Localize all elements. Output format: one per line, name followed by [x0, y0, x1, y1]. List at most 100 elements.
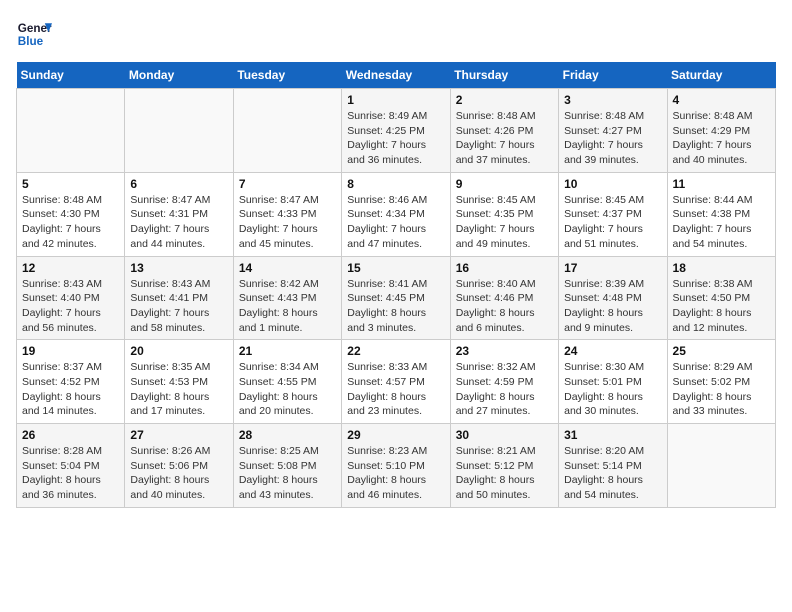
day-number: 11: [673, 177, 770, 191]
calendar-cell: 5Sunrise: 8:48 AMSunset: 4:30 PMDaylight…: [17, 172, 125, 256]
svg-text:Blue: Blue: [18, 35, 44, 48]
day-number: 10: [564, 177, 661, 191]
day-number: 9: [456, 177, 553, 191]
calendar-cell: 18 Sunrise: 8:38 AMSunset: 4:50 PMDayligh…: [667, 256, 775, 340]
calendar-cell: 6 Sunrise: 8:47 AMSunset: 4:31 PMDaylight…: [125, 172, 233, 256]
day-number: 19: [22, 344, 119, 358]
day-info: Sunrise: 8:46 AMSunset: 4:34 PMDaylight:…: [347, 193, 444, 252]
day-number: 8: [347, 177, 444, 191]
day-number: 15: [347, 261, 444, 275]
page-header: General Blue: [16, 16, 776, 52]
calendar-cell: 30Sunrise: 8:21 AMSunset: 5:12 PMDayligh…: [450, 424, 558, 508]
calendar-cell: 8 Sunrise: 8:46 AMSunset: 4:34 PMDaylight…: [342, 172, 450, 256]
day-info: Sunrise: 8:34 AMSunset: 4:55 PMDaylight:…: [239, 360, 336, 419]
calendar-cell: 7 Sunrise: 8:47 AMSunset: 4:33 PMDaylight…: [233, 172, 341, 256]
day-number: 28: [239, 428, 336, 442]
day-number: 14: [239, 261, 336, 275]
calendar-cell: 14 Sunrise: 8:42 AMSunset: 4:43 PMDayligh…: [233, 256, 341, 340]
day-info: Sunrise: 8:47 AMSunset: 4:31 PMDaylight:…: [130, 193, 227, 252]
day-number: 20: [130, 344, 227, 358]
day-info: Sunrise: 8:42 AMSunset: 4:43 PMDaylight:…: [239, 277, 336, 336]
header-thursday: Thursday: [450, 62, 558, 89]
calendar-header-row: SundayMondayTuesdayWednesdayThursdayFrid…: [17, 62, 776, 89]
calendar-cell: 11 Sunrise: 8:44 AMSunset: 4:38 PMDayligh…: [667, 172, 775, 256]
calendar-cell: 9 Sunrise: 8:45 AMSunset: 4:35 PMDaylight…: [450, 172, 558, 256]
day-info: Sunrise: 8:37 AMSunset: 4:52 PMDaylight:…: [22, 360, 119, 419]
day-info: Sunrise: 8:40 AMSunset: 4:46 PMDaylight:…: [456, 277, 553, 336]
calendar-cell: 13Sunrise: 8:43 AMSunset: 4:41 PMDayligh…: [125, 256, 233, 340]
day-number: 7: [239, 177, 336, 191]
calendar-cell: 28 Sunrise: 8:25 AMSunset: 5:08 PMDayligh…: [233, 424, 341, 508]
calendar-cell: [125, 89, 233, 173]
day-number: 30: [456, 428, 553, 442]
header-tuesday: Tuesday: [233, 62, 341, 89]
day-info: Sunrise: 8:48 AMSunset: 4:26 PMDaylight:…: [456, 109, 553, 168]
day-info: Sunrise: 8:41 AMSunset: 4:45 PMDaylight:…: [347, 277, 444, 336]
day-info: Sunrise: 8:23 AMSunset: 5:10 PMDaylight:…: [347, 444, 444, 503]
day-number: 2: [456, 93, 553, 107]
calendar-cell: 2 Sunrise: 8:48 AMSunset: 4:26 PMDaylight…: [450, 89, 558, 173]
day-info: Sunrise: 8:38 AMSunset: 4:50 PMDaylight:…: [673, 277, 770, 336]
day-number: 18: [673, 261, 770, 275]
calendar-cell: 20 Sunrise: 8:35 AMSunset: 4:53 PMDayligh…: [125, 340, 233, 424]
day-info: Sunrise: 8:32 AMSunset: 4:59 PMDaylight:…: [456, 360, 553, 419]
day-number: 27: [130, 428, 227, 442]
header-wednesday: Wednesday: [342, 62, 450, 89]
calendar-week-row: 1Sunrise: 8:49 AMSunset: 4:25 PMDaylight…: [17, 89, 776, 173]
day-info: Sunrise: 8:47 AMSunset: 4:33 PMDaylight:…: [239, 193, 336, 252]
calendar-cell: 21 Sunrise: 8:34 AMSunset: 4:55 PMDayligh…: [233, 340, 341, 424]
calendar-cell: 15 Sunrise: 8:41 AMSunset: 4:45 PMDayligh…: [342, 256, 450, 340]
day-info: Sunrise: 8:45 AMSunset: 4:37 PMDaylight:…: [564, 193, 661, 252]
header-saturday: Saturday: [667, 62, 775, 89]
day-number: 3: [564, 93, 661, 107]
calendar-cell: [17, 89, 125, 173]
day-number: 6: [130, 177, 227, 191]
day-info: Sunrise: 8:39 AMSunset: 4:48 PMDaylight:…: [564, 277, 661, 336]
day-number: 25: [673, 344, 770, 358]
day-info: Sunrise: 8:28 AMSunset: 5:04 PMDaylight:…: [22, 444, 119, 503]
calendar-cell: 17 Sunrise: 8:39 AMSunset: 4:48 PMDayligh…: [559, 256, 667, 340]
day-number: 22: [347, 344, 444, 358]
day-number: 16: [456, 261, 553, 275]
day-info: Sunrise: 8:35 AMSunset: 4:53 PMDaylight:…: [130, 360, 227, 419]
logo: General Blue: [16, 16, 52, 52]
day-info: Sunrise: 8:43 AMSunset: 4:40 PMDaylight:…: [22, 277, 119, 336]
day-info: Sunrise: 8:45 AMSunset: 4:35 PMDaylight:…: [456, 193, 553, 252]
calendar-cell: [667, 424, 775, 508]
calendar-cell: 19 Sunrise: 8:37 AMSunset: 4:52 PMDayligh…: [17, 340, 125, 424]
day-number: 26: [22, 428, 119, 442]
calendar-cell: 22 Sunrise: 8:33 AMSunset: 4:57 PMDayligh…: [342, 340, 450, 424]
calendar-week-row: 12Sunrise: 8:43 AMSunset: 4:40 PMDayligh…: [17, 256, 776, 340]
calendar-cell: 12Sunrise: 8:43 AMSunset: 4:40 PMDayligh…: [17, 256, 125, 340]
day-info: Sunrise: 8:29 AMSunset: 5:02 PMDaylight:…: [673, 360, 770, 419]
calendar-week-row: 26 Sunrise: 8:28 AMSunset: 5:04 PMDayligh…: [17, 424, 776, 508]
header-monday: Monday: [125, 62, 233, 89]
day-info: Sunrise: 8:44 AMSunset: 4:38 PMDaylight:…: [673, 193, 770, 252]
calendar-cell: 10 Sunrise: 8:45 AMSunset: 4:37 PMDayligh…: [559, 172, 667, 256]
day-number: 21: [239, 344, 336, 358]
day-info: Sunrise: 8:20 AMSunset: 5:14 PMDaylight:…: [564, 444, 661, 503]
calendar-cell: 26 Sunrise: 8:28 AMSunset: 5:04 PMDayligh…: [17, 424, 125, 508]
calendar-cell: 25 Sunrise: 8:29 AMSunset: 5:02 PMDayligh…: [667, 340, 775, 424]
day-info: Sunrise: 8:48 AMSunset: 4:30 PMDaylight:…: [22, 193, 119, 252]
day-number: 17: [564, 261, 661, 275]
logo-icon: General Blue: [16, 16, 52, 52]
day-info: Sunrise: 8:43 AMSunset: 4:41 PMDaylight:…: [130, 277, 227, 336]
calendar-cell: 27Sunrise: 8:26 AMSunset: 5:06 PMDayligh…: [125, 424, 233, 508]
day-number: 29: [347, 428, 444, 442]
calendar-cell: 24 Sunrise: 8:30 AMSunset: 5:01 PMDayligh…: [559, 340, 667, 424]
day-info: Sunrise: 8:48 AMSunset: 4:27 PMDaylight:…: [564, 109, 661, 168]
calendar-week-row: 19 Sunrise: 8:37 AMSunset: 4:52 PMDayligh…: [17, 340, 776, 424]
calendar-cell: 23 Sunrise: 8:32 AMSunset: 4:59 PMDayligh…: [450, 340, 558, 424]
calendar-cell: 4 Sunrise: 8:48 AMSunset: 4:29 PMDaylight…: [667, 89, 775, 173]
day-info: Sunrise: 8:48 AMSunset: 4:29 PMDaylight:…: [673, 109, 770, 168]
calendar-cell: 29 Sunrise: 8:23 AMSunset: 5:10 PMDayligh…: [342, 424, 450, 508]
day-info: Sunrise: 8:30 AMSunset: 5:01 PMDaylight:…: [564, 360, 661, 419]
day-info: Sunrise: 8:25 AMSunset: 5:08 PMDaylight:…: [239, 444, 336, 503]
day-number: 4: [673, 93, 770, 107]
calendar-table: SundayMondayTuesdayWednesdayThursdayFrid…: [16, 62, 776, 508]
day-number: 24: [564, 344, 661, 358]
day-number: 23: [456, 344, 553, 358]
day-info: Sunrise: 8:33 AMSunset: 4:57 PMDaylight:…: [347, 360, 444, 419]
day-number: 1: [347, 93, 444, 107]
